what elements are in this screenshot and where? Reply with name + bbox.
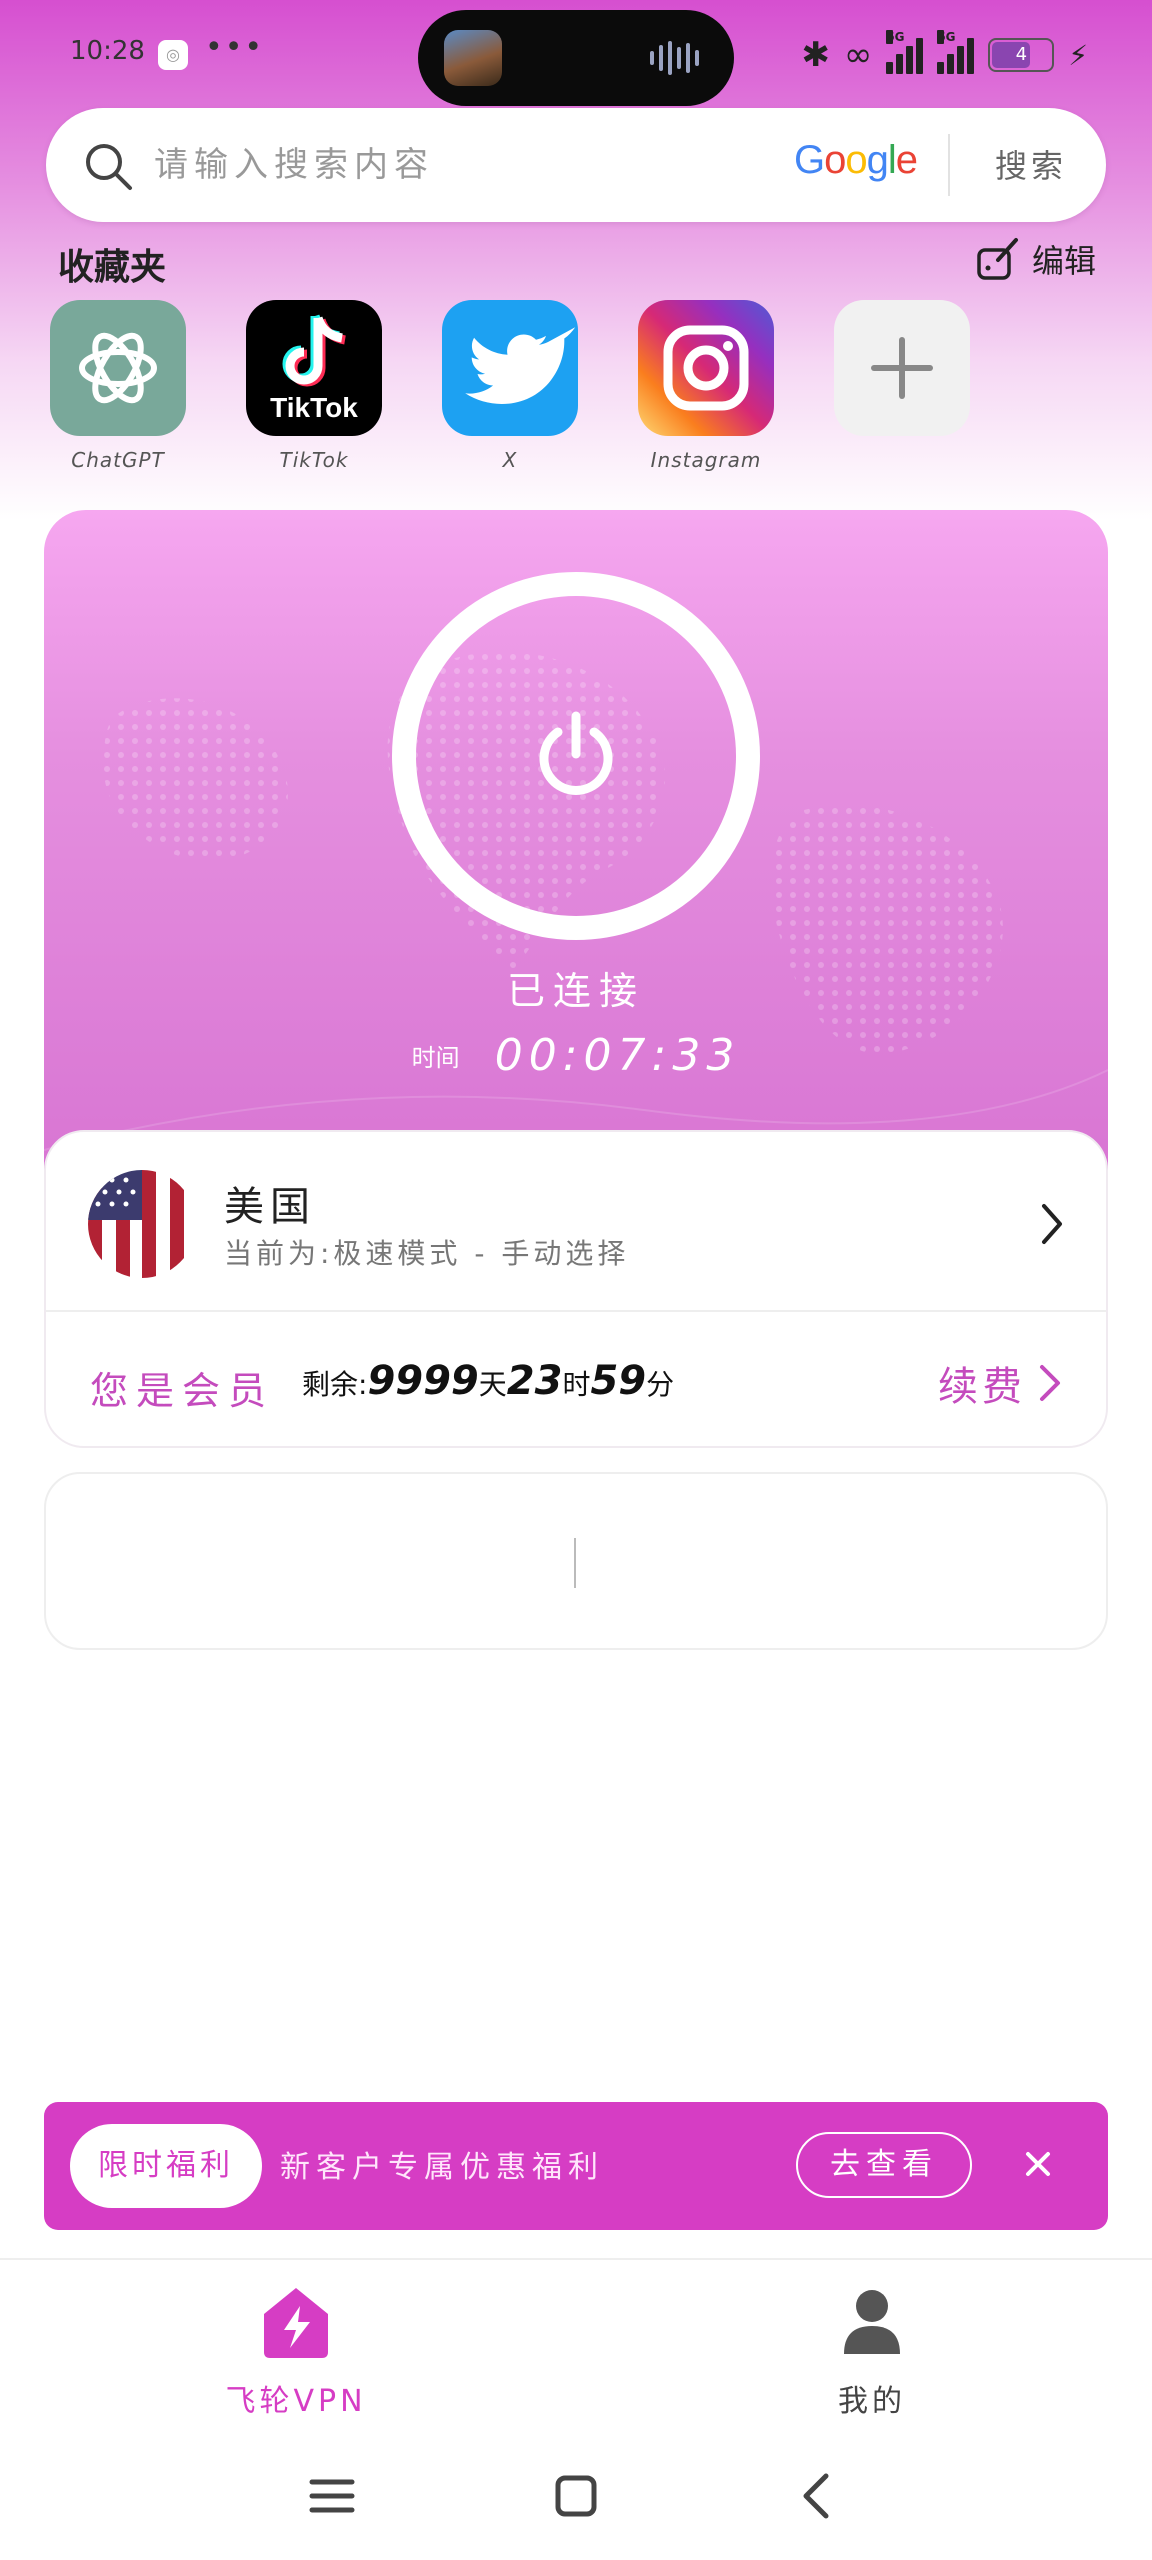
- favorite-label: TikTok: [279, 448, 349, 472]
- favorite-chatgpt[interactable]: ChatGPT: [50, 300, 186, 472]
- time-label: 时间: [411, 1044, 460, 1072]
- favorite-label: ChatGPT: [71, 448, 165, 472]
- favorite-instagram[interactable]: Instagram: [638, 300, 774, 472]
- member-label: 您是会员: [90, 1369, 275, 1413]
- status-time: 10:28: [70, 36, 145, 66]
- edit-icon: [977, 238, 1018, 280]
- favorite-tiktok[interactable]: TikTok TikTok: [246, 300, 382, 472]
- tiktok-wordmark: TikTok: [270, 392, 358, 423]
- search-icon: [86, 144, 132, 190]
- more-notifications-icon: •••: [205, 30, 265, 65]
- loading-indicator: [574, 1538, 576, 1588]
- favorites-title: 收藏夹: [58, 247, 167, 288]
- us-flag-icon: [88, 1170, 196, 1278]
- google-logo: Google: [794, 138, 918, 182]
- home-icon[interactable]: [546, 2466, 606, 2526]
- battery-icon: 4: [988, 38, 1055, 72]
- bottom-nav: 飞轮VPN 我的: [0, 2258, 1152, 2438]
- edit-favorites-button[interactable]: 编辑: [976, 236, 1096, 282]
- promo-banner[interactable]: 限时福利 新客户专属优惠福利 去查看: [44, 2102, 1108, 2230]
- remaining-time: 剩余:9999天23时59分: [302, 1358, 675, 1404]
- media-thumbnail: [444, 30, 502, 86]
- link-icon: ∞: [844, 35, 873, 75]
- favorite-x[interactable]: X: [442, 300, 578, 472]
- plus-icon: [834, 300, 970, 436]
- power-icon: [539, 711, 613, 795]
- twitter-bird-icon: [442, 300, 578, 436]
- renew-button[interactable]: 续费: [938, 1354, 1062, 1412]
- dynamic-island[interactable]: [418, 10, 734, 106]
- connection-status: 已连接: [506, 969, 645, 1013]
- promo-view-button[interactable]: 去查看: [796, 2132, 972, 2198]
- signal-5g-icon-2: 5G: [937, 30, 975, 74]
- user-icon: [844, 2290, 900, 2354]
- favorite-label: X: [502, 448, 518, 472]
- search-bar[interactable]: Google 搜索: [46, 108, 1106, 222]
- signal-5g-icon: 5G: [886, 30, 924, 74]
- renew-label: 续费: [938, 1364, 1026, 1410]
- server-card: 美国 当前为:极速模式 - 手动选择 您是会员 剩余:9999天23时59分 续…: [44, 1130, 1108, 1448]
- favorite-label: Instagram: [650, 448, 762, 472]
- server-mode: 当前为:极速模式 - 手动选择: [224, 1237, 630, 1270]
- instagram-icon: [638, 300, 774, 436]
- status-bar: 10:28 ◎ ••• ✱ ∞ 5G 5G 4 ⚡: [0, 0, 1152, 110]
- connection-timer: 时间 00:07:33: [44, 1030, 1108, 1081]
- edit-label: 编辑: [1031, 242, 1096, 280]
- search-button[interactable]: 搜索: [976, 138, 1086, 194]
- tab-home-label: 飞轮VPN: [225, 2384, 367, 2419]
- tab-home[interactable]: 飞轮VPN: [196, 2282, 396, 2420]
- server-country: 美国: [224, 1184, 316, 1230]
- search-input[interactable]: [154, 136, 714, 194]
- notification-app-icon: ◎: [158, 40, 188, 70]
- bluetooth-icon: ✱: [801, 35, 831, 75]
- menu-icon[interactable]: [302, 2466, 362, 2526]
- server-selector[interactable]: 美国 当前为:极速模式 - 手动选择: [46, 1132, 1106, 1310]
- content-placeholder: [44, 1472, 1108, 1650]
- vpn-status-card: 已连接 时间 00:07:33: [44, 510, 1108, 1210]
- tab-mine-label: 我的: [838, 2384, 906, 2419]
- search-divider: [948, 134, 950, 196]
- system-nav-bar: [0, 2440, 1152, 2560]
- promo-text: 新客户专属优惠福利: [280, 2150, 604, 2185]
- audio-wave-icon: [650, 40, 704, 76]
- chevron-right-icon: [1042, 1204, 1062, 1244]
- time-value: 00:07:33: [494, 1030, 741, 1081]
- close-icon[interactable]: [1012, 2138, 1064, 2190]
- home-bolt-icon: [264, 2288, 328, 2358]
- promo-badge: 限时福利: [70, 2124, 262, 2208]
- tab-mine[interactable]: 我的: [772, 2282, 972, 2420]
- back-icon[interactable]: [788, 2466, 848, 2526]
- chatgpt-icon: [50, 300, 186, 436]
- add-favorite-button[interactable]: [834, 300, 970, 448]
- tiktok-icon: TikTok: [246, 300, 382, 436]
- status-icons: ✱ ∞ 5G 5G 4 ⚡: [801, 30, 1088, 80]
- divider: [46, 1310, 1106, 1312]
- chevron-right-icon: [1040, 1365, 1060, 1401]
- charging-icon: ⚡: [1068, 38, 1088, 72]
